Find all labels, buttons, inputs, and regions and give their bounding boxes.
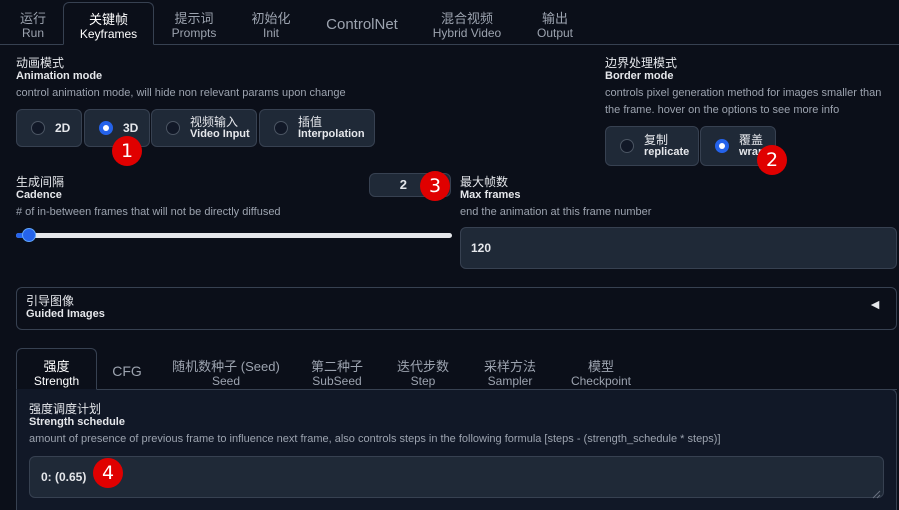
border-mode-label: 边界处理模式 Border mode controls pixel genera… xyxy=(605,57,881,119)
cadence-slider-track[interactable] xyxy=(16,233,452,238)
tab-step[interactable]: 迭代步数 Step xyxy=(388,348,458,390)
tab-output-en: Output xyxy=(536,26,574,40)
tab-subseed-zh: 第二种子 xyxy=(310,359,363,374)
radio-video-input-zh: 视频输入 xyxy=(190,115,239,129)
tab-init-en: Init xyxy=(262,26,279,40)
tab-hybrid-video-en: Hybrid Video xyxy=(432,26,502,40)
radio-3d-label: 3D xyxy=(123,121,139,135)
tab-controlnet[interactable]: ControlNet xyxy=(315,2,409,43)
strength-schedule-label: 强度调度计划 Strength schedule amount of prese… xyxy=(29,403,721,448)
tab-checkpoint-en: Checkpoint xyxy=(570,374,632,388)
radio-2d-indicator xyxy=(31,121,45,135)
strength-schedule-zh: 强度调度计划 xyxy=(29,402,102,416)
tab-subseed[interactable]: 第二种子 SubSeed xyxy=(304,348,370,390)
radio-interpolation[interactable]: 插值 Interpolation xyxy=(259,109,375,147)
guided-images-accordion[interactable]: 引导图像 Guided Images ◄ xyxy=(16,287,897,330)
radio-wrap-zh: 覆盖 xyxy=(739,133,764,147)
radio-2d-label: 2D xyxy=(55,121,71,135)
radio-interpolation-en: Interpolation xyxy=(298,128,365,140)
radio-replicate[interactable]: 复制 replicate xyxy=(605,126,699,166)
radio-replicate-zh: 复制 xyxy=(644,133,669,147)
radio-video-input-indicator xyxy=(166,121,180,135)
max-frames-en: Max frames xyxy=(460,189,521,201)
radio-video-input-en: Video Input xyxy=(190,128,250,140)
border-mode-en: Border mode xyxy=(605,70,674,82)
marker-2: 2 xyxy=(757,145,787,175)
tab-strength-zh: 强度 xyxy=(43,359,70,374)
tab-run-en: Run xyxy=(21,26,44,40)
marker-1: 1 xyxy=(112,136,142,166)
tab-hybrid-video-zh: 混合视频 xyxy=(440,11,493,26)
tab-cfg-label: CFG xyxy=(112,363,142,379)
cadence-slider-thumb[interactable] xyxy=(22,228,37,242)
animation-mode-desc: control animation mode, will hide non re… xyxy=(16,87,346,99)
cadence-en: Cadence xyxy=(16,189,62,201)
strength-schedule-en: Strength schedule xyxy=(29,416,125,428)
tab-sampler[interactable]: 采样方法 Sampler xyxy=(475,348,545,390)
cadence-zh: 生成间隔 xyxy=(16,175,65,189)
tab-hybrid-video[interactable]: 混合视频 Hybrid Video xyxy=(426,2,508,43)
max-frames-input[interactable]: 120 xyxy=(460,227,897,269)
border-mode-desc-line2: the frame. hover on the options to see m… xyxy=(605,104,840,116)
tab-prompts[interactable]: 提示词 Prompts xyxy=(162,2,226,43)
marker-3: 3 xyxy=(420,171,450,201)
tab-prompts-en: Prompts xyxy=(171,26,217,40)
top-tab-bar: 运行 Run 关键帧 Keyframes 提示词 Prompts 初始化 Ini… xyxy=(0,0,899,45)
tab-init-zh: 初始化 xyxy=(251,11,291,26)
radio-video-input[interactable]: 视频输入 Video Input xyxy=(151,109,257,147)
radio-replicate-indicator xyxy=(620,139,634,153)
max-frames-desc: end the animation at this frame number xyxy=(460,206,652,218)
animation-mode-label: 动画模式 Animation mode control animation mo… xyxy=(16,57,346,102)
tab-checkpoint-zh: 模型 xyxy=(587,359,614,374)
guided-images-zh: 引导图像 xyxy=(26,294,75,308)
tab-run[interactable]: 运行 Run xyxy=(8,2,58,43)
tab-seed-zh: 随机数种子 (Seed) xyxy=(172,359,280,374)
radio-interpolation-label: 插值 Interpolation xyxy=(298,116,365,140)
collapse-arrow-icon[interactable]: ◄ xyxy=(868,296,882,312)
animation-mode-en: Animation mode xyxy=(16,70,103,82)
strength-schedule-desc: amount of presence of previous frame to … xyxy=(29,433,721,445)
radio-2d[interactable]: 2D xyxy=(16,109,82,147)
tab-seed-en: Seed xyxy=(211,374,241,388)
strength-schedule-textarea[interactable]: 0: (0.65) xyxy=(29,456,884,498)
tab-sampler-zh: 采样方法 xyxy=(483,359,536,374)
radio-video-input-label: 视频输入 Video Input xyxy=(190,116,250,140)
tab-init[interactable]: 初始化 Init xyxy=(240,2,302,43)
guided-images-en: Guided Images xyxy=(26,308,105,320)
radio-replicate-label: 复制 replicate xyxy=(644,134,689,158)
tab-keyframes-en: Keyframes xyxy=(79,27,138,41)
tab-prompts-zh: 提示词 xyxy=(174,11,214,26)
radio-replicate-en: replicate xyxy=(644,146,690,158)
tab-keyframes[interactable]: 关键帧 Keyframes xyxy=(63,2,154,45)
tab-subseed-en: SubSeed xyxy=(312,374,362,388)
marker-4: 4 xyxy=(93,458,123,488)
tab-strength-en: Strength xyxy=(33,374,80,388)
max-frames-label: 最大帧数 Max frames end the animation at thi… xyxy=(460,176,651,221)
guided-images-title: 引导图像 Guided Images xyxy=(26,295,105,321)
tab-keyframes-zh: 关键帧 xyxy=(88,12,128,27)
tab-step-zh: 迭代步数 xyxy=(396,359,449,374)
radio-wrap-indicator xyxy=(715,139,729,153)
tab-output-zh: 输出 xyxy=(541,11,568,26)
tab-checkpoint[interactable]: 模型 Checkpoint xyxy=(562,348,640,390)
tab-run-zh: 运行 xyxy=(19,11,46,26)
tab-strength[interactable]: 强度 Strength xyxy=(16,348,97,390)
tab-cfg[interactable]: CFG xyxy=(104,348,150,390)
max-frames-zh: 最大帧数 xyxy=(460,175,509,189)
tab-controlnet-label: ControlNet xyxy=(326,16,398,33)
tab-sampler-en: Sampler xyxy=(487,374,533,388)
border-mode-zh: 边界处理模式 xyxy=(605,56,678,70)
border-mode-desc-line1: controls pixel generation method for ima… xyxy=(605,87,882,99)
tab-step-en: Step xyxy=(410,374,436,388)
radio-interpolation-indicator xyxy=(274,121,288,135)
resize-handle-icon[interactable] xyxy=(872,486,881,499)
animation-mode-zh: 动画模式 xyxy=(16,56,65,70)
radio-interpolation-zh: 插值 xyxy=(298,115,323,129)
cadence-desc: # of in-between frames that will not be … xyxy=(16,206,281,218)
cadence-label: 生成间隔 Cadence # of in-between frames that… xyxy=(16,176,281,221)
tab-seed[interactable]: 随机数种子 (Seed) Seed xyxy=(166,348,286,390)
radio-3d-indicator xyxy=(99,121,113,135)
tab-output[interactable]: 输出 Output xyxy=(526,2,584,43)
